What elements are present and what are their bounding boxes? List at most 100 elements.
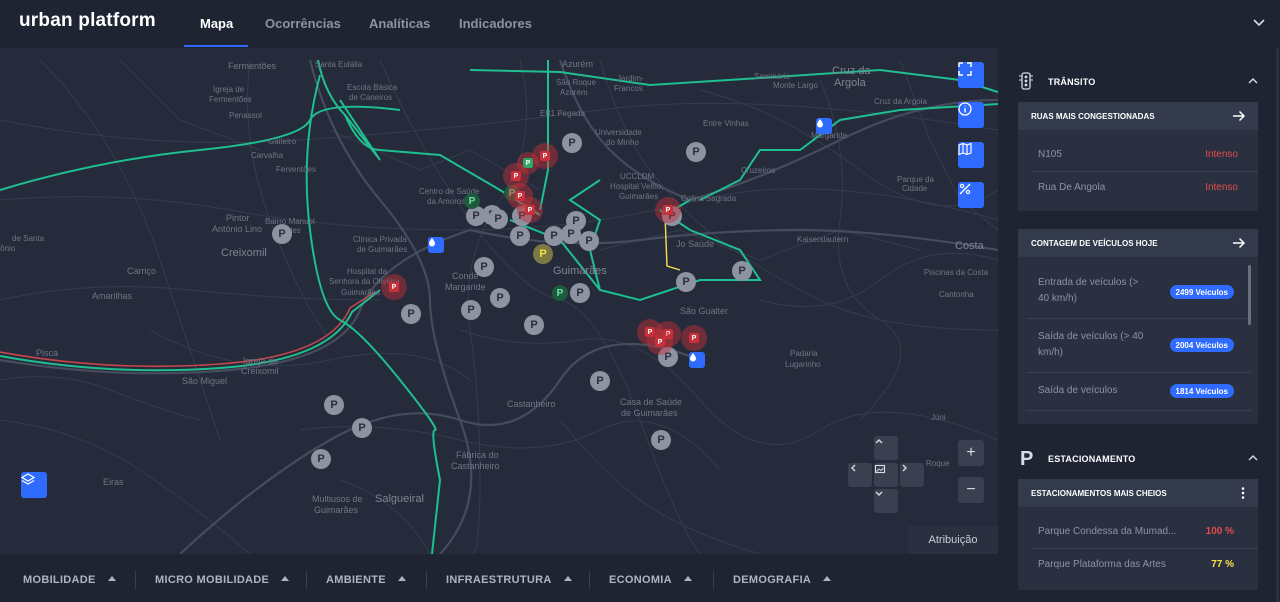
parking-marker[interactable]: P (590, 371, 610, 391)
parking-marker[interactable]: P (561, 224, 581, 244)
divider (1026, 410, 1252, 411)
parking-marker[interactable]: P (676, 272, 696, 292)
parking-marker[interactable]: P (352, 418, 372, 438)
measure-button[interactable] (958, 182, 984, 208)
occupancy-percent: 100 % (1205, 526, 1234, 537)
divider (306, 571, 307, 589)
active-tab-indicator (184, 45, 248, 47)
tab-ocorrencias[interactable]: Ocorrências (265, 16, 341, 31)
parking-available-marker[interactable]: P (464, 193, 480, 209)
image-icon (874, 464, 886, 474)
map-label: Kaiserslautern (797, 235, 849, 244)
parking-marker[interactable]: P (272, 224, 292, 244)
arrow-right-icon[interactable] (1232, 237, 1246, 249)
parking-marker[interactable]: P (510, 226, 530, 246)
map-label: EB1 Pegada (540, 109, 585, 118)
map-label: Eiras (103, 477, 124, 487)
category-tab-mobilidade[interactable]: MOBILIDADE (23, 574, 116, 586)
parking-full-marker[interactable]: P (681, 325, 707, 351)
divider (1032, 548, 1258, 549)
tab-indicadores[interactable]: Indicadores (459, 16, 532, 31)
map-canvas[interactable]: Fermentões Santa Eulália Igreja de Ferme… (0, 48, 998, 554)
parking-marker[interactable]: P (651, 430, 671, 450)
map-label: São Miguel (182, 376, 228, 386)
map-label: Castanheiro (507, 399, 556, 409)
parking-marker[interactable]: P (490, 288, 510, 308)
pan-up-button[interactable] (874, 436, 898, 460)
more-vertical-icon[interactable] (1240, 486, 1246, 500)
chevron-down-icon (875, 491, 883, 496)
count-label-line: Saída de veículos (> 40 (1038, 331, 1144, 342)
category-tab-infraestrutura[interactable]: INFRAESTRUTURA (446, 574, 572, 586)
map-label: Cantonha (939, 290, 974, 299)
attribution-button[interactable]: Atribuição (908, 526, 998, 554)
reset-view-button[interactable] (874, 463, 898, 487)
parking-marker[interactable]: P (324, 395, 344, 415)
pan-right-button[interactable] (900, 463, 924, 487)
category-bar: MOBILIDADE MICRO MOBILIDADE AMBIENTE INF… (0, 554, 1000, 602)
parking-marker[interactable]: P (401, 304, 421, 324)
layers-button[interactable] (21, 472, 47, 498)
map-label: Cruz da Argola (874, 97, 927, 106)
fullscreen-button[interactable] (958, 62, 984, 88)
parking-marker[interactable]: P (311, 449, 331, 469)
sidebar-scrollbar[interactable] (1276, 48, 1279, 602)
parking-icon: P (1020, 448, 1034, 470)
arrow-right-icon[interactable] (1232, 110, 1246, 122)
parking-full-marker[interactable]: P (381, 274, 407, 300)
map-label: Universidade (595, 128, 642, 137)
parking-marker[interactable]: P (579, 231, 599, 251)
category-tab-demografia[interactable]: DEMOGRAFIA (733, 574, 832, 586)
parking-marker[interactable]: P (562, 133, 582, 153)
map-style-button[interactable] (958, 142, 984, 168)
card-scrollbar[interactable] (1248, 265, 1251, 325)
map-label: Francos (614, 84, 643, 93)
divider (713, 571, 714, 589)
parking-marker[interactable]: P (466, 206, 486, 226)
section-title-transito: TRÂNSITO (1048, 77, 1096, 87)
zoom-out-button[interactable]: − (958, 477, 984, 503)
parking-full-marker[interactable]: P (655, 197, 681, 223)
map-label: Entre Vinhas (703, 119, 749, 128)
parking-marker[interactable]: P (570, 283, 590, 303)
category-tab-micro-mobilidade[interactable]: MICRO MOBILIDADE (155, 574, 290, 586)
parking-marker[interactable]: P (474, 257, 494, 277)
parking-full-marker[interactable]: P (647, 329, 673, 355)
map-label: Casa de Saúde (620, 397, 683, 407)
water-sensor-icon[interactable] (428, 237, 444, 253)
parking-available-marker[interactable]: P (552, 285, 568, 301)
app-logo[interactable]: urban platform (19, 10, 156, 32)
info-button[interactable] (958, 102, 984, 128)
chevron-up-icon[interactable] (1247, 76, 1259, 86)
chevron-up-icon[interactable] (1247, 453, 1259, 463)
tab-analiticas[interactable]: Analíticas (369, 16, 430, 31)
map-label: Cruz da (832, 65, 871, 77)
water-sensor-icon[interactable] (816, 118, 832, 134)
card-header[interactable]: RUAS MAIS CONGESTIONADAS (1018, 102, 1258, 130)
status-badge: Intenso (1205, 182, 1238, 193)
parking-full-marker[interactable]: P (517, 197, 543, 223)
parking-marker[interactable]: P (524, 315, 544, 335)
card-header[interactable]: ESTACIONAMENTOS MAIS CHEIOS (1018, 479, 1258, 507)
category-tab-economia[interactable]: ECONOMIA (609, 574, 692, 586)
chevron-down-icon[interactable] (1252, 16, 1266, 30)
parking-full-marker[interactable]: P (532, 143, 558, 169)
parking-marker[interactable]: P (544, 226, 564, 246)
divider (426, 571, 427, 589)
water-sensor-icon[interactable] (689, 352, 705, 368)
map-label: Jo Saúde (676, 239, 715, 249)
divider (589, 571, 590, 589)
tab-mapa[interactable]: Mapa (200, 16, 233, 31)
zoom-in-button[interactable]: + (958, 440, 984, 466)
parking-marker[interactable]: P (732, 261, 752, 281)
category-tab-ambiente[interactable]: AMBIENTE (326, 574, 406, 586)
pan-down-button[interactable] (874, 489, 898, 513)
parking-full-icon: P (525, 205, 535, 215)
parking-marker[interactable]: P (686, 142, 706, 162)
card-header[interactable]: CONTAGEM DE VEÍCULOS HOJE (1018, 229, 1258, 257)
chevron-left-icon (851, 464, 856, 472)
parking-marker[interactable]: P (461, 300, 481, 320)
parking-marker[interactable]: P (488, 209, 508, 229)
parking-marker[interactable]: P (533, 244, 553, 264)
pan-left-button[interactable] (848, 463, 872, 487)
